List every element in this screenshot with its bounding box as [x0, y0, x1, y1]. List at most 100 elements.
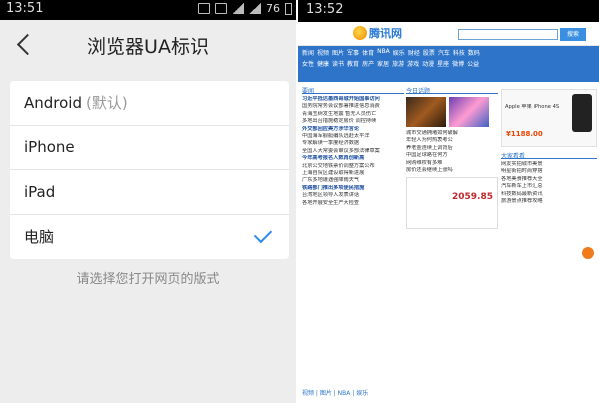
battery-icon	[285, 2, 292, 15]
nav-link[interactable]: 股票	[423, 48, 435, 59]
notification-icon	[215, 3, 227, 14]
option-label: 电脑	[24, 228, 55, 247]
headline-link[interactable]: 外交部回应美方涉华言论	[302, 126, 404, 133]
phone-image	[572, 94, 592, 132]
signal-icon	[249, 3, 261, 14]
headline-link[interactable]: 养老金连续上调背后	[406, 145, 498, 152]
option-desktop[interactable]: 电脑	[10, 215, 289, 260]
side-column: Apple 苹果 iPhone 4S ¥1188.00 大家看看 网友实拍城市美…	[501, 86, 597, 386]
search-input[interactable]	[458, 29, 558, 40]
stock-widget[interactable]: 2059.85	[406, 177, 498, 230]
headline-link[interactable]: 房价还会继续上涨吗	[406, 167, 498, 174]
nav-link[interactable]: 星座	[437, 59, 449, 70]
site-nav: 新闻 视频 图片 军事 体育 NBA 娱乐 财经 股票 汽车 科技 数码 女性 健康 读书 教育 房产 家居 旅游…	[298, 46, 599, 82]
option-iphone[interactable]: iPhone	[10, 126, 289, 170]
headline-link[interactable]: 中国足球路在何方	[406, 152, 498, 159]
page-title: 浏览器UA标识	[87, 36, 209, 58]
nav-link[interactable]: 读书	[332, 59, 344, 70]
headline-link[interactable]: 国务院常务会议部署推进信息消费	[302, 103, 404, 110]
nav-link[interactable]: 军事	[347, 48, 359, 59]
news-thumbnail[interactable]	[406, 97, 446, 127]
headline-link[interactable]: 旅游景点推荐攻略	[501, 198, 597, 205]
left-screen: 13:51 76 浏览器UA标识 Android (默认) iPhone iPa…	[0, 0, 296, 403]
ua-option-list: Android (默认) iPhone iPad 电脑	[10, 81, 289, 259]
nav-link[interactable]: 健康	[317, 59, 329, 70]
status-time: 13:51	[6, 1, 44, 16]
status-bar: 13:51 76	[0, 0, 296, 20]
option-ipad[interactable]: iPad	[10, 170, 289, 215]
hint-text: 请选择您打开网页的版式	[76, 272, 220, 287]
search-button[interactable]: 搜索	[560, 28, 586, 41]
news-thumbnail[interactable]	[449, 97, 489, 127]
nav-link[interactable]: 游戏	[407, 59, 419, 70]
nav-link[interactable]: 科技	[453, 48, 465, 59]
option-android[interactable]: Android (默认)	[10, 81, 289, 126]
nav-link[interactable]: 图片	[332, 48, 344, 59]
headline-link[interactable]: 铁路部门推出多项便民措施	[302, 185, 404, 192]
site-logo[interactable]: 腾讯网	[353, 25, 402, 41]
headline-link[interactable]: 上海自贸区建设取得新进展	[302, 170, 404, 177]
headline-link[interactable]: 多地出台措施稳定房价 调控持续	[302, 118, 404, 125]
news-column: 要闻 习近平抵达墨西哥城开始国事访问 国务院常务会议部署推进信息消费 青海玉树发生地…	[302, 86, 404, 386]
bottom-tabs[interactable]: 视频 | 图片 | NBA | 娱乐	[302, 388, 368, 397]
topic-list: 城市交通拥堵如何破解 年轻人为何热衷考公 养老金连续上调背后 中国足球路在何方 网购维权…	[406, 130, 498, 174]
headline-link[interactable]: 城市交通拥堵如何破解	[406, 130, 498, 137]
headline-link[interactable]: 各地开展安全生产大检查	[302, 200, 404, 207]
headline-link[interactable]: 青海玉树发生地震 暂无人员伤亡	[302, 111, 404, 118]
option-label: iPad	[24, 182, 56, 201]
site-name: 腾讯网	[369, 27, 402, 40]
ad-title: Apple 苹果 iPhone 4S	[505, 104, 560, 110]
status-bar: 13:52	[298, 0, 599, 22]
headline-link[interactable]: 网购维权有多难	[406, 160, 498, 167]
nav-link[interactable]: 教育	[347, 59, 359, 70]
nav-link[interactable]: 公益	[467, 59, 479, 70]
site-header: 腾讯网 搜索	[298, 22, 599, 46]
nav-link[interactable]: 微博	[452, 59, 464, 70]
nav-link[interactable]: 体育	[362, 48, 374, 59]
headline-link[interactable]: 广东多地遭遇强降雨天气	[302, 177, 404, 184]
headline-link[interactable]: 汽车新车上市汇总	[501, 183, 597, 190]
section-tab-topics[interactable]: 今日话题	[406, 86, 498, 95]
nav-row: 女性 健康 读书 教育 房产 家居 旅游 游戏 动漫 星座 微博 公益	[302, 59, 595, 70]
headline-link[interactable]: 明星街拍时尚穿搭	[501, 168, 597, 175]
headline-link[interactable]: 网友实拍城市美景	[501, 161, 597, 168]
headline-link[interactable]: 习近平抵达墨西哥城开始国事访问	[302, 96, 404, 103]
product-ad[interactable]: Apple 苹果 iPhone 4S ¥1188.00	[501, 89, 597, 147]
header-bar: 浏览器UA标识	[0, 20, 296, 72]
section-tab-popular[interactable]: 大家看看	[501, 151, 597, 160]
nav-link[interactable]: 视频	[317, 48, 329, 59]
nav-link[interactable]: 汽车	[438, 48, 450, 59]
nav-link[interactable]: 数码	[468, 48, 480, 59]
nav-link[interactable]: NBA	[377, 48, 390, 59]
image-icon	[198, 3, 210, 14]
nav-link[interactable]: 房产	[362, 59, 374, 70]
headline-link[interactable]: 台湾地区领导人发表讲话	[302, 192, 404, 199]
nav-link[interactable]: 娱乐	[393, 48, 405, 59]
nav-link[interactable]: 动漫	[422, 59, 434, 70]
headline-link[interactable]: 各地美食推荐大全	[501, 176, 597, 183]
web-page-content: 要闻 习近平抵达墨西哥城开始国事访问 国务院常务会议部署推进信息消费 青海玉树发生地…	[298, 82, 599, 403]
check-icon	[253, 224, 273, 243]
ad-price: ¥1188.00	[506, 130, 543, 138]
logo-icon	[353, 26, 367, 40]
nav-row: 新闻 视频 图片 军事 体育 NBA 娱乐 财经 股票 汽车 科技 数码	[302, 48, 595, 59]
headline-link[interactable]: 科技数码最新资讯	[501, 191, 597, 198]
scroll-badge-icon[interactable]	[582, 247, 594, 259]
wifi-icon	[232, 3, 244, 14]
popular-list: 网友实拍城市美景 明星街拍时尚穿搭 各地美食推荐大全 汽车新车上市汇总 科技数码最新资讯…	[501, 161, 597, 205]
topics-column: 今日话题 城市交通拥堵如何破解 年轻人为何热衷考公 养老金连续上调背后 中国足球路在何…	[406, 86, 498, 386]
battery-level: 76	[266, 2, 280, 15]
headline-link[interactable]: 今年高考报名人数再创新高	[302, 155, 404, 162]
headline-link[interactable]: 中国海军舰艇编队远赴太平洋	[302, 133, 404, 140]
nav-link[interactable]: 财经	[408, 48, 420, 59]
section-tab-news[interactable]: 要闻	[302, 86, 404, 95]
nav-link[interactable]: 女性	[302, 59, 314, 70]
headline-link[interactable]: 年轻人为何热衷考公	[406, 137, 498, 144]
headline-link[interactable]: 北京公交地铁票价调整方案公布	[302, 163, 404, 170]
news-list: 习近平抵达墨西哥城开始国事访问 国务院常务会议部署推进信息消费 青海玉树发生地震 暂…	[302, 96, 404, 207]
nav-link[interactable]: 新闻	[302, 48, 314, 59]
headline-link[interactable]: 全国人大常委会审议多部法律草案	[302, 148, 404, 155]
nav-link[interactable]: 家居	[377, 59, 389, 70]
nav-link[interactable]: 旅游	[392, 59, 404, 70]
headline-link[interactable]: 专家解读一季度经济数据	[302, 140, 404, 147]
